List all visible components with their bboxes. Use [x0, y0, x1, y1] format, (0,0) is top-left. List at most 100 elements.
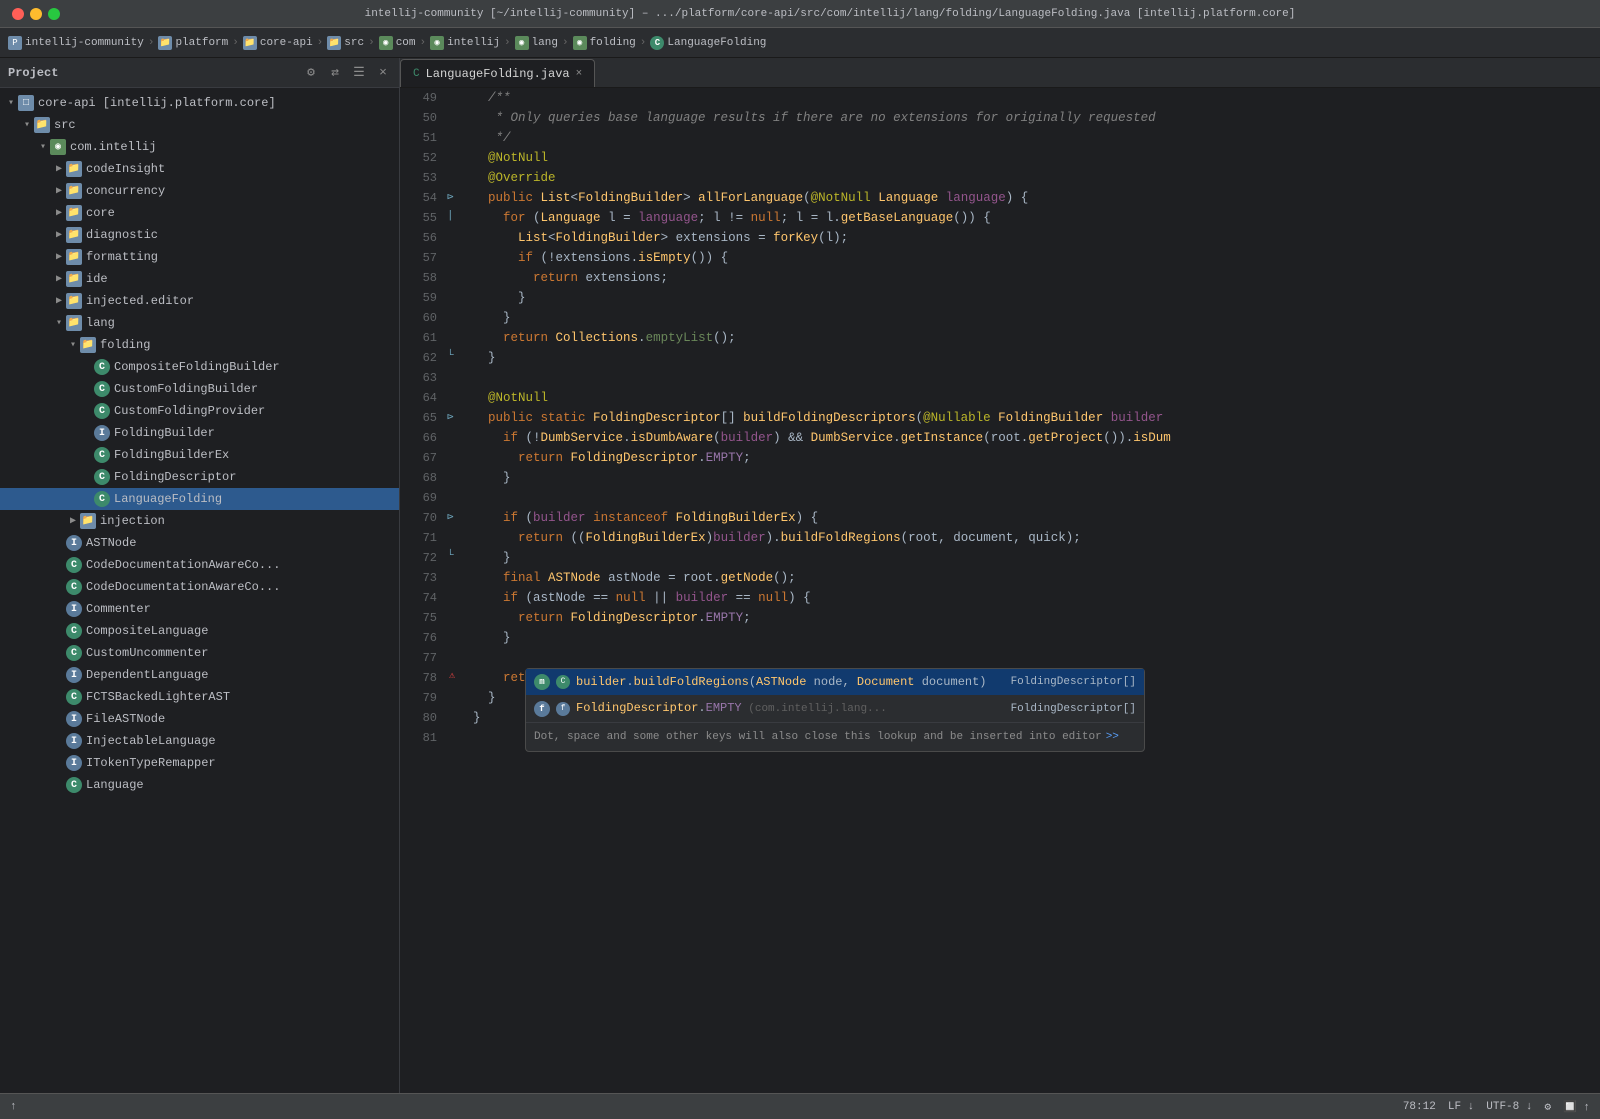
breadcrumb-item-folding[interactable]: ◉ folding: [573, 36, 636, 50]
tree-item-FoldingBuilderEx[interactable]: C FoldingBuilderEx: [0, 444, 399, 466]
sidebar-settings-icon[interactable]: ☰: [351, 65, 367, 81]
class-c-icon: C: [66, 645, 82, 661]
tree-item-CustomFoldingProvider[interactable]: C CustomFoldingProvider: [0, 400, 399, 422]
breadcrumb-class-label: LanguageFolding: [667, 37, 766, 49]
tree-item-FoldingDescriptor[interactable]: C FoldingDescriptor: [0, 466, 399, 488]
tree-item-lang[interactable]: ▾ 📁 lang: [0, 312, 399, 334]
tree-item-core-api[interactable]: ▾ □ core-api [intellij.platform.core]: [0, 92, 399, 114]
tree-item-DependentLanguage[interactable]: I DependentLanguage: [0, 664, 399, 686]
expand-arrow[interactable]: ▶: [52, 295, 66, 307]
expand-arrow[interactable]: ▶: [52, 229, 66, 241]
tree-item-CustomFoldingBuilder[interactable]: C CustomFoldingBuilder: [0, 378, 399, 400]
tree-item-FileASTNode[interactable]: I FileASTNode: [0, 708, 399, 730]
autocomplete-hint-link[interactable]: >>: [1106, 727, 1119, 747]
tree-item-ide[interactable]: ▶ 📁 ide: [0, 268, 399, 290]
breadcrumb-item-src[interactable]: 📁 src: [327, 36, 364, 50]
expand-arrow[interactable]: ▶: [52, 185, 66, 197]
tree-item-FCTSBackedLighterAST[interactable]: C FCTSBackedLighterAST: [0, 686, 399, 708]
tree-item-injection[interactable]: ▶ 📁 injection: [0, 510, 399, 532]
expand-arrow[interactable]: ▾: [36, 141, 50, 153]
breadcrumb-item-core-api[interactable]: 📁 core-api: [243, 36, 313, 50]
sidebar-sync-icon[interactable]: ⇄: [327, 65, 343, 81]
field-icon: f: [534, 701, 550, 717]
editor-area: C LanguageFolding.java × 49 50 51 52 53 …: [400, 58, 1600, 1093]
autocomplete-popup[interactable]: m C builder.buildFoldRegions(ASTNode nod…: [525, 668, 1145, 752]
expand-arrow[interactable]: ▾: [52, 317, 66, 329]
close-button[interactable]: [12, 8, 24, 20]
folder-icon: 📁: [158, 36, 172, 50]
expand-arrow[interactable]: ▶: [52, 273, 66, 285]
code-line-74: if ( astNode == null || builder == null …: [473, 588, 1592, 608]
sidebar-close-icon[interactable]: ×: [375, 65, 391, 81]
tree-item-formatting[interactable]: ▶ 📁 formatting: [0, 246, 399, 268]
tree-label-core: core: [86, 206, 115, 220]
class-i-icon: I: [66, 667, 82, 683]
tree-item-CompositeFoldingBuilder[interactable]: C CompositeFoldingBuilder: [0, 356, 399, 378]
window-controls[interactable]: [12, 8, 60, 20]
expand-arrow[interactable]: ▶: [52, 163, 66, 175]
tree-item-core[interactable]: ▶ 📁 core: [0, 202, 399, 224]
tree-item-injected-editor[interactable]: ▶ 📁 injected.editor: [0, 290, 399, 312]
maximize-button[interactable]: [48, 8, 60, 20]
tree-item-CodeDocumentationAwareCo2[interactable]: C CodeDocumentationAwareCo...: [0, 576, 399, 598]
tree-item-diagnostic[interactable]: ▶ 📁 diagnostic: [0, 224, 399, 246]
tree-label-CustomFoldingProvider: CustomFoldingProvider: [114, 404, 265, 418]
statusbar-encoding[interactable]: UTF-8 ↓: [1486, 1101, 1532, 1113]
tree-item-ASTNode[interactable]: I ASTNode: [0, 532, 399, 554]
autocomplete-item-2[interactable]: f f FoldingDescriptor.EMPTY (com.intelli…: [526, 695, 1144, 722]
breadcrumb-project-label: intellij-community: [25, 37, 144, 49]
code-line-51: */: [473, 128, 1592, 148]
tree-item-Commenter[interactable]: I Commenter: [0, 598, 399, 620]
tree-item-LanguageFolding[interactable]: C LanguageFolding: [0, 488, 399, 510]
tree-label-CodeDocumentationAwareCo1: CodeDocumentationAwareCo...: [86, 558, 280, 572]
breadcrumb-item-lang[interactable]: ◉ lang: [515, 36, 558, 50]
tree-item-com-intellij[interactable]: ▾ ◉ com.intellij: [0, 136, 399, 158]
tree-item-FoldingBuilder[interactable]: I FoldingBuilder: [0, 422, 399, 444]
tree-item-CompositeLanguage[interactable]: C CompositeLanguage: [0, 620, 399, 642]
statusbar-indent-icon[interactable]: ⚙: [1544, 1100, 1551, 1114]
tree-label-core-api: core-api [intellij.platform.core]: [38, 96, 276, 110]
expand-arrow[interactable]: ▶: [52, 251, 66, 263]
tree-label-Language: Language: [86, 778, 144, 792]
code-line-76: }: [473, 628, 1592, 648]
tree-item-concurrency[interactable]: ▶ 📁 concurrency: [0, 180, 399, 202]
expand-arrow[interactable]: ▶: [66, 515, 80, 527]
statusbar-git-icon: ↑: [10, 1101, 17, 1113]
breadcrumb-item-com[interactable]: ◉ com: [379, 36, 416, 50]
tab-LanguageFolding[interactable]: C LanguageFolding.java ×: [400, 59, 595, 87]
tree-item-CustomUncommenter[interactable]: C CustomUncommenter: [0, 642, 399, 664]
statusbar-cursor-position[interactable]: 78:12: [1403, 1101, 1436, 1113]
tree-label-CompositeFoldingBuilder: CompositeFoldingBuilder: [114, 360, 280, 374]
tree-item-src[interactable]: ▾ 📁 src: [0, 114, 399, 136]
tree-label-CodeDocumentationAwareCo2: CodeDocumentationAwareCo...: [86, 580, 280, 594]
tree-item-codeInsight[interactable]: ▶ 📁 codeInsight: [0, 158, 399, 180]
breadcrumb-item-project[interactable]: P intellij-community: [8, 36, 144, 50]
tree-item-InjectableLanguage[interactable]: I InjectableLanguage: [0, 730, 399, 752]
package-icon: ◉: [573, 36, 587, 50]
window-title: intellij-community [~/intellij-community…: [72, 8, 1588, 20]
statusbar-lf[interactable]: LF ↓: [1448, 1101, 1474, 1113]
code-content[interactable]: /** * Only queries base language results…: [465, 88, 1600, 1093]
expand-arrow[interactable]: ▾: [66, 339, 80, 351]
code-line-68: }: [473, 468, 1592, 488]
method-icon: m: [534, 674, 550, 690]
autocomplete-item-1-type: FoldingDescriptor[]: [1011, 672, 1136, 692]
expand-arrow[interactable]: ▾: [20, 119, 34, 131]
tree-item-CodeDocumentationAwareCo1[interactable]: C CodeDocumentationAwareCo...: [0, 554, 399, 576]
sidebar-gear-icon[interactable]: ⚙: [303, 65, 319, 81]
project-sidebar: Project ⚙ ⇄ ☰ × ▾ □ core-api [intellij.p…: [0, 58, 400, 1093]
statusbar-extra-icons: 🔲 ↑: [1563, 1100, 1590, 1114]
autocomplete-item-1[interactable]: m C builder.buildFoldRegions(ASTNode nod…: [526, 669, 1144, 695]
breadcrumb-item-intellij[interactable]: ◉ intellij: [430, 36, 500, 50]
tab-close-button[interactable]: ×: [576, 68, 583, 80]
expand-arrow[interactable]: ▾: [4, 97, 18, 109]
code-editor[interactable]: 49 50 51 52 53 54 55 56 57 58 59 60 61 6…: [400, 88, 1600, 1093]
tree-item-Language[interactable]: C Language: [0, 774, 399, 796]
tree-item-ITokenTypeRemapper[interactable]: I ITokenTypeRemapper: [0, 752, 399, 774]
minimize-button[interactable]: [30, 8, 42, 20]
breadcrumb-item-class[interactable]: C LanguageFolding: [650, 36, 766, 50]
breadcrumb-item-platform[interactable]: 📁 platform: [158, 36, 228, 50]
expand-arrow[interactable]: ▶: [52, 207, 66, 219]
tree-item-folding[interactable]: ▾ 📁 folding: [0, 334, 399, 356]
folder-icon: 📁: [66, 271, 82, 287]
